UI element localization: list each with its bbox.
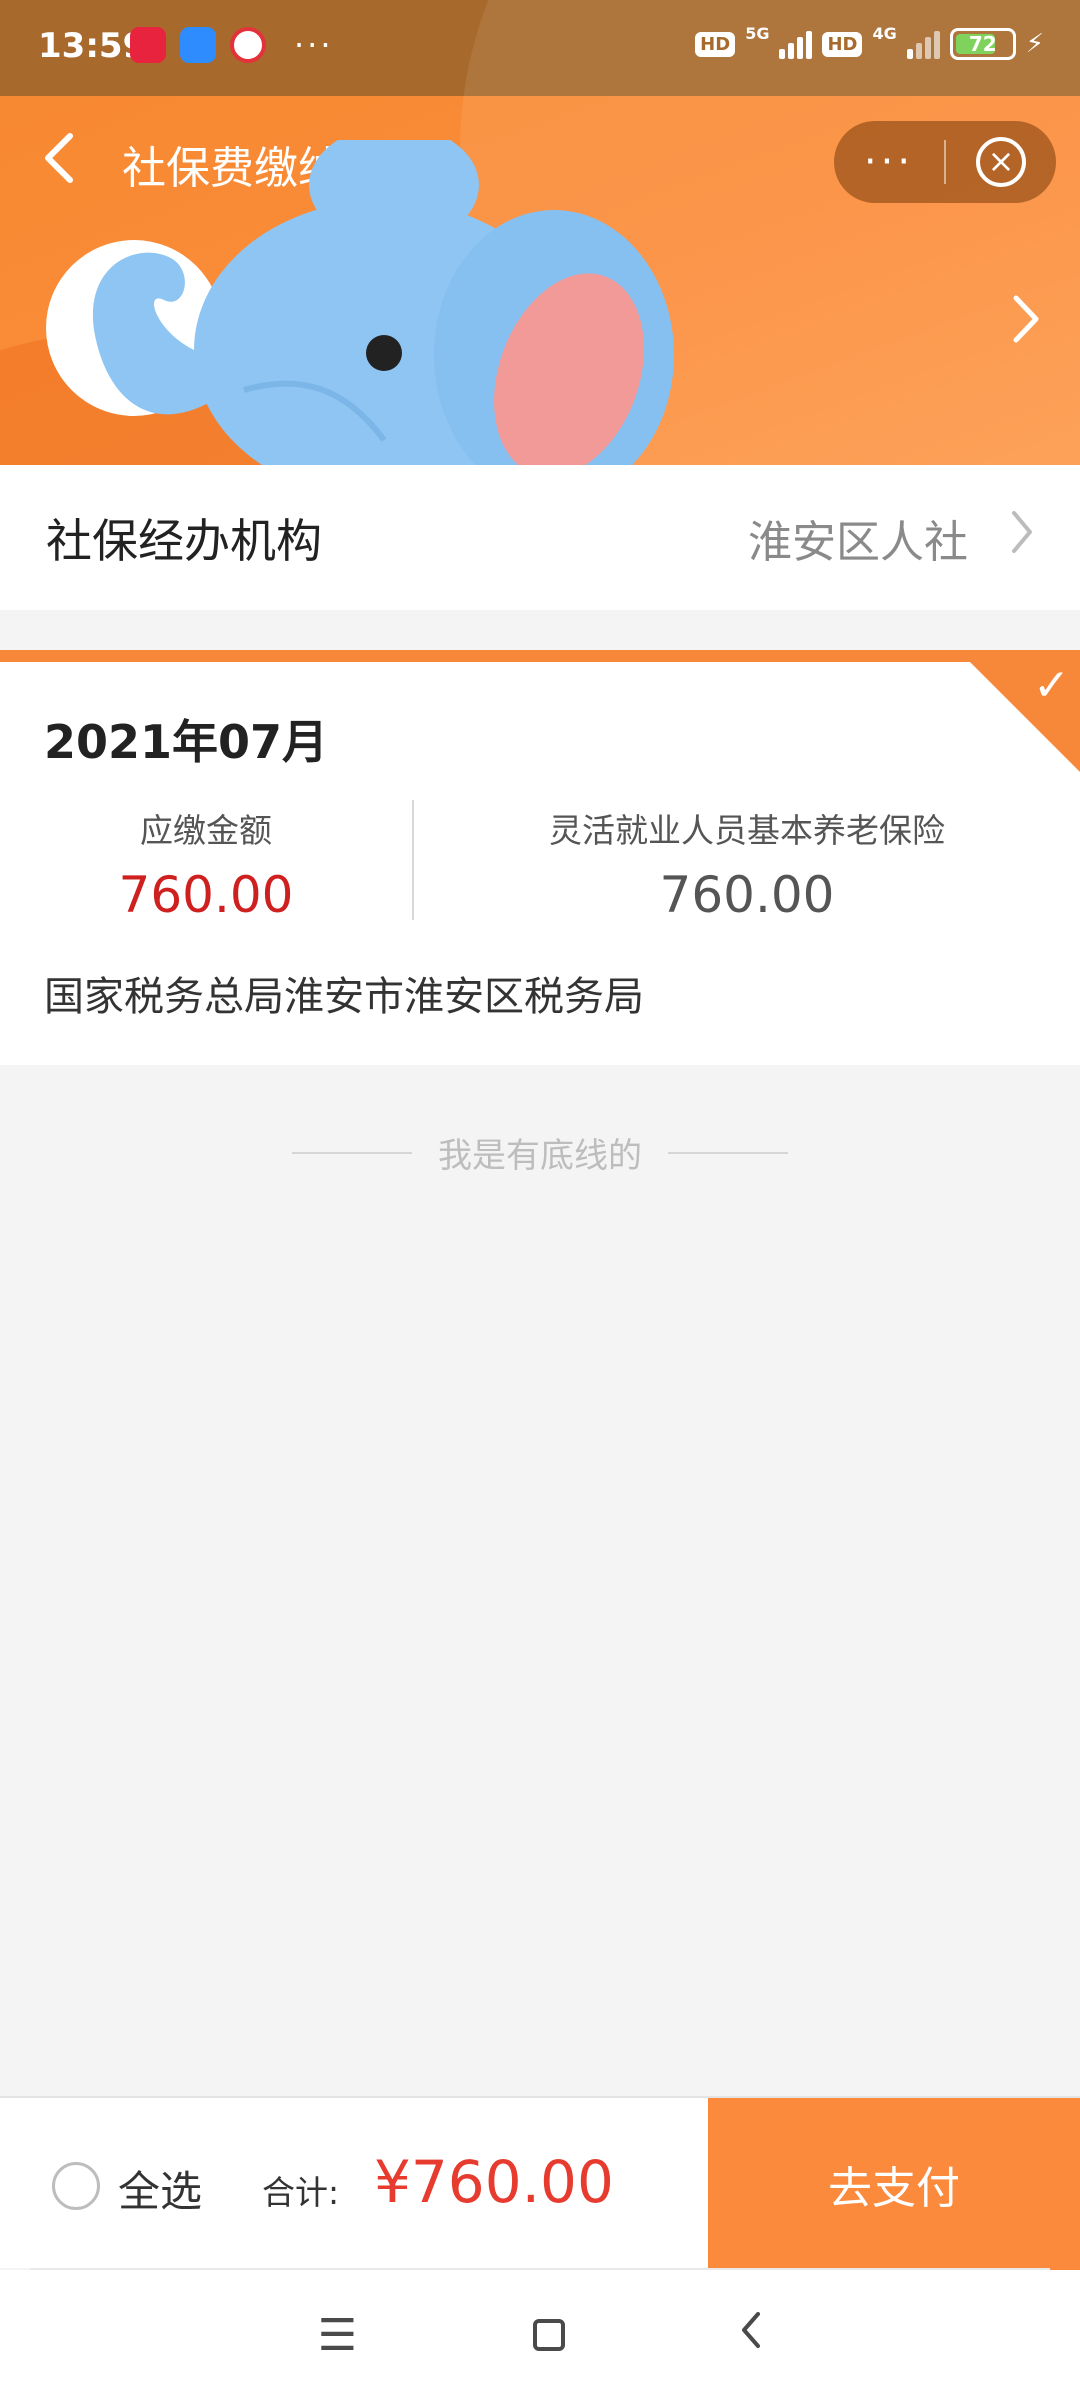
- signal-icon: [906, 29, 940, 59]
- chevron-left-icon: [45, 133, 73, 183]
- close-button[interactable]: ×: [946, 137, 1056, 187]
- total-label: 合计:: [262, 2173, 340, 2212]
- home-button[interactable]: [532, 2319, 565, 2351]
- total-amount: ¥760.00: [374, 2148, 614, 2216]
- charging-icon: ⚡: [1025, 29, 1044, 59]
- tax-bureau-name: 国家税务总局淮安市淮安区税务局: [44, 974, 644, 1020]
- payment-item-card[interactable]: ✓ 2021年07月 应缴金额 760.00 灵活就业人员基本养老保险 760.…: [0, 650, 1080, 1065]
- select-all-label[interactable]: 全选: [118, 2158, 202, 2219]
- system-indicators: HD 5G HD 4G 72 ⚡: [695, 24, 1044, 60]
- list-end-text: 我是有底线的: [438, 1136, 642, 1176]
- checkmark-icon: ✓: [1033, 660, 1070, 711]
- divider-line: [668, 1151, 788, 1154]
- close-icon: ×: [976, 137, 1026, 187]
- list-end-indicator: 我是有底线的: [0, 1128, 1080, 1177]
- more-menu-button[interactable]: ···: [834, 121, 944, 203]
- select-all-radio[interactable]: [52, 2162, 100, 2210]
- hd-badge: HD: [822, 31, 863, 57]
- system-navigation-bar: ☰: [0, 2270, 1080, 2400]
- network-type: 5G: [745, 24, 770, 43]
- more-notifications-icon: ···: [294, 26, 334, 64]
- insurance-item-label: 灵活就业人员基本养老保险: [549, 811, 945, 850]
- due-amount-column: 应缴金额 760.00: [0, 804, 412, 924]
- hd-badge: HD: [695, 31, 736, 57]
- chevron-right-icon: [1013, 295, 1039, 343]
- battery-icon: 72: [949, 28, 1016, 60]
- insurance-item-amount: 760.00: [659, 866, 835, 924]
- status-bar: 13:59 ··· HD 5G HD 4G 72 ⚡: [0, 0, 1080, 96]
- app-notification-icon: [130, 27, 166, 63]
- divider-line: [292, 1151, 412, 1154]
- checkout-bar: 全选 合计: ¥760.00 去支付: [0, 2096, 1080, 2270]
- due-amount-value: 760.00: [118, 866, 294, 924]
- agency-row[interactable]: 社保经办机构 淮安区人社: [0, 465, 1080, 610]
- mini-program-capsule: ··· ×: [834, 121, 1056, 203]
- elephant-sticker: [92, 140, 674, 500]
- notification-icons: ···: [130, 26, 334, 64]
- home-square-icon: [532, 2319, 565, 2351]
- due-amount-label: 应缴金额: [140, 811, 272, 850]
- chevron-left-icon: [742, 2311, 761, 2348]
- app-notification-icon: [180, 27, 216, 63]
- chevron-right-icon: [1010, 509, 1034, 567]
- menu-icon[interactable]: ☰: [318, 2310, 357, 2361]
- profile-chevron-button[interactable]: [1010, 292, 1040, 360]
- pay-button[interactable]: 去支付: [708, 2098, 1080, 2270]
- back-button[interactable]: [40, 130, 90, 190]
- network-type: 4G: [872, 24, 897, 43]
- battery-level: 72: [968, 32, 997, 56]
- app-notification-icon: [230, 27, 266, 63]
- signal-icon: [779, 29, 813, 59]
- bill-period: 2021年07月: [44, 715, 329, 769]
- agency-label: 社保经办机构: [46, 513, 322, 568]
- agency-value: 淮安区人社: [748, 516, 968, 568]
- insurance-item-column: 灵活就业人员基本养老保险 760.00: [414, 804, 1080, 924]
- system-back-button[interactable]: [740, 2310, 762, 2361]
